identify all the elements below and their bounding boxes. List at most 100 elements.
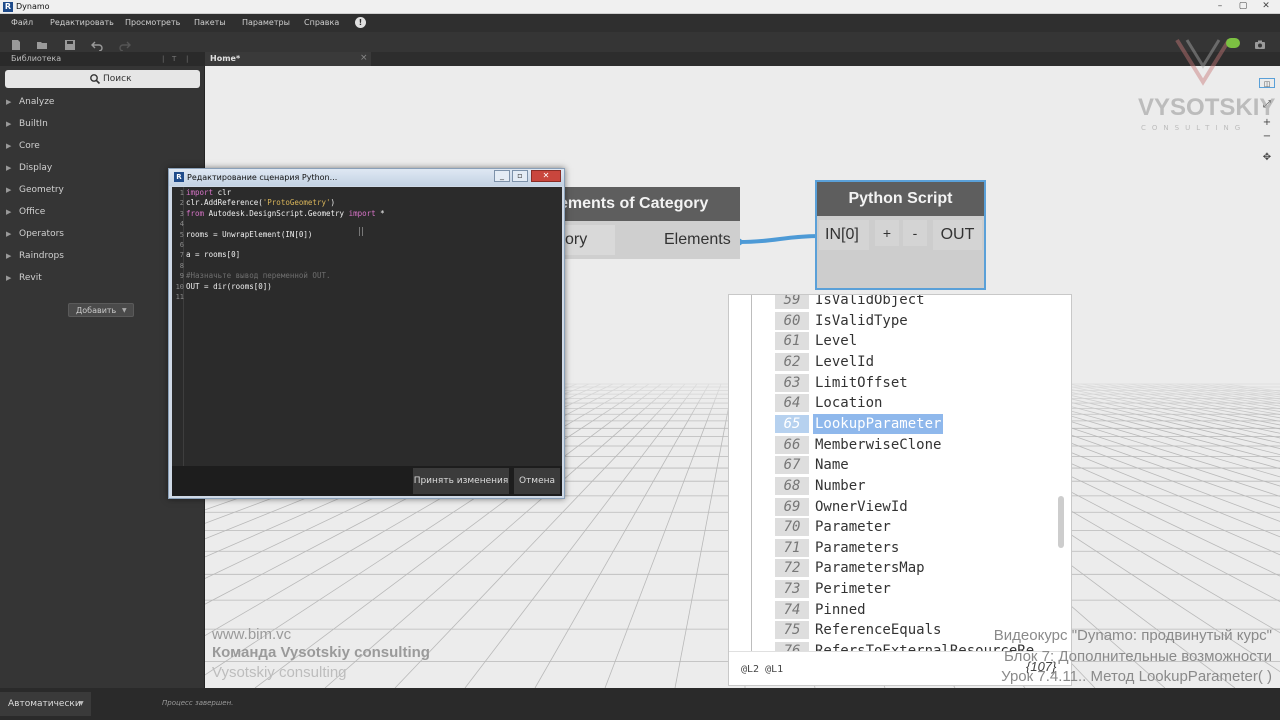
output-port-out[interactable]: OUT (933, 220, 982, 250)
preview-scrollbar[interactable] (1058, 496, 1064, 548)
library-layout-icon[interactable]: T (172, 54, 176, 64)
code-line: #Назначьте вывод переменной OUT. (186, 271, 331, 281)
editor-close-button[interactable]: ✕ (531, 170, 561, 182)
expand-arrow-icon: ▶ (6, 252, 12, 260)
editor-title: Редактирование сценария Python... (187, 173, 338, 182)
preview-list-item[interactable]: 66 MemberwiseClone (775, 435, 1055, 455)
logo-mark-icon (1175, 38, 1231, 86)
preview-list-item[interactable]: 68 Number (775, 476, 1055, 496)
expand-arrow-icon: ▶ (6, 186, 12, 194)
list-item-index: 73 (775, 580, 809, 599)
preview-list-item[interactable]: 60 IsValidType (775, 311, 1055, 331)
run-mode-select[interactable]: Автоматически ▼ (0, 692, 91, 716)
chevron-down-icon: ▼ (79, 700, 84, 707)
library-category-builtin[interactable]: ▶ BuiltIn (0, 114, 204, 134)
search-icon (90, 74, 101, 85)
all-elements-of-category-node[interactable]: ements of Category ory Elements (559, 187, 740, 259)
category-label: Raindrops (19, 251, 64, 261)
list-item-value: Level (815, 333, 858, 350)
python-script-node[interactable]: Python Script IN[0] + - OUT (815, 180, 986, 290)
python-code-editor[interactable]: 1 import clr 2 clr.AddReference('ProtoGeome… (172, 187, 562, 466)
preview-list-item[interactable]: 63 LimitOffset (775, 373, 1055, 393)
list-item-index: 65 (775, 414, 809, 433)
close-tab-icon[interactable]: × (360, 53, 368, 64)
code-token: Autodesk.DesignScript.Geometry (204, 208, 349, 218)
menu-file[interactable]: Файл (11, 17, 33, 29)
logo-name: VYSOTSKIY (1138, 94, 1276, 121)
connector-wire[interactable] (735, 230, 825, 250)
preview-list-item[interactable]: 61 Level (775, 331, 1055, 351)
redo-icon[interactable] (119, 36, 131, 52)
editor-titlebar: R Редактирование сценария Python... _ ▫ … (169, 169, 564, 186)
preview-list-item[interactable]: 59 IsValidObject (775, 295, 1055, 310)
code-token: #Назначьте вывод переменной OUT. (186, 271, 331, 281)
input-port-in0[interactable]: IN[0] (819, 220, 869, 250)
undo-icon[interactable] (91, 36, 103, 52)
list-item-index: 67 (775, 456, 809, 475)
close-window-button[interactable]: ✕ (1255, 0, 1277, 12)
preview-list-item[interactable]: 64 Location (775, 393, 1055, 413)
library-category-analyze[interactable]: ▶ Analyze (0, 92, 204, 112)
preview-list-item[interactable]: 70 Parameter (775, 517, 1055, 537)
input-port-category[interactable]: ory (559, 225, 615, 255)
new-file-icon[interactable] (10, 36, 22, 50)
code-token: 'ProtoGeometry' (262, 198, 331, 208)
tab-home[interactable]: Home* × (205, 52, 371, 66)
preview-list-item[interactable]: 67 Name (775, 455, 1055, 475)
output-port-elements[interactable]: Elements (658, 225, 738, 255)
maximize-window-button[interactable]: ▢ (1232, 0, 1254, 12)
library-search-input[interactable]: Поиск (5, 70, 200, 88)
info-icon[interactable]: ! (355, 17, 366, 28)
accept-changes-button[interactable]: Принять изменения (413, 468, 509, 494)
library-header: Библиотека | T | (0, 52, 205, 66)
library-collapse-icon[interactable]: | (186, 54, 188, 64)
pan-icon[interactable]: ✥ (1260, 151, 1274, 165)
list-item-index: 59 (775, 295, 809, 309)
code-token: import (186, 188, 214, 197)
line-number: 1 (179, 189, 184, 197)
open-file-icon[interactable] (36, 36, 48, 49)
menu-edit[interactable]: Редактировать (50, 17, 114, 29)
minimize-window-button[interactable]: – (1209, 0, 1231, 12)
category-label: Display (19, 163, 53, 173)
preview-list-item[interactable]: 73 Perimeter (775, 579, 1055, 599)
list-item-value: Location (815, 395, 883, 412)
preview-list-item[interactable]: 74 Pinned (775, 600, 1055, 620)
preview-list-item[interactable]: 62 LevelId (775, 352, 1055, 372)
list-item-index: 75 (775, 621, 809, 640)
list-item-index: 64 (775, 394, 809, 413)
preview-list-item[interactable]: 72 ParametersMap (775, 558, 1055, 578)
preview-list-item[interactable]: 71 Parameters (775, 538, 1055, 558)
cloud-upload-icon[interactable] (1226, 38, 1240, 48)
node-title: ements of Category (559, 187, 740, 221)
preview-list-item[interactable]: 65 LookupParameter (775, 413, 1055, 434)
list-item-index: 62 (775, 352, 809, 371)
cancel-button[interactable]: Отмена (514, 468, 560, 494)
preview-list-item[interactable]: 69 OwnerViewId (775, 497, 1055, 517)
node-ports: IN[0] + - OUT (817, 216, 984, 254)
run-mode-label: Автоматически (8, 699, 81, 709)
menu-packages[interactable]: Пакеты (194, 17, 226, 29)
line-number: 8 (179, 261, 184, 270)
remove-input-button[interactable]: - (903, 220, 927, 246)
code-line: a = rooms[0] (186, 250, 240, 260)
list-item-index: 60 (775, 311, 809, 330)
library-category-core[interactable]: ▶ Core (0, 136, 204, 156)
code-line: clr.AddReference('ProtoGeometry') (186, 198, 335, 208)
save-icon[interactable] (64, 36, 76, 50)
add-button-label: Добавить (76, 306, 117, 315)
list-item-value: Parameters (815, 539, 900, 556)
editor-minimize-button[interactable]: _ (494, 170, 510, 182)
menu-help[interactable]: Справка (304, 17, 339, 29)
library-view-toggle-icon[interactable]: | (162, 54, 164, 64)
add-input-button[interactable]: + (875, 220, 899, 246)
category-label: Analyze (19, 97, 55, 107)
tab-label: Home* (210, 54, 241, 63)
line-number: 3 (179, 209, 184, 218)
editor-maximize-button[interactable]: ▫ (512, 170, 528, 182)
add-library-button[interactable]: Добавить ▼ (68, 303, 134, 317)
menu-settings[interactable]: Параметры (242, 17, 290, 29)
menu-view[interactable]: Просмотреть (125, 17, 180, 29)
list-item-value: Pinned (815, 601, 866, 618)
list-item-index: 69 (775, 497, 809, 516)
